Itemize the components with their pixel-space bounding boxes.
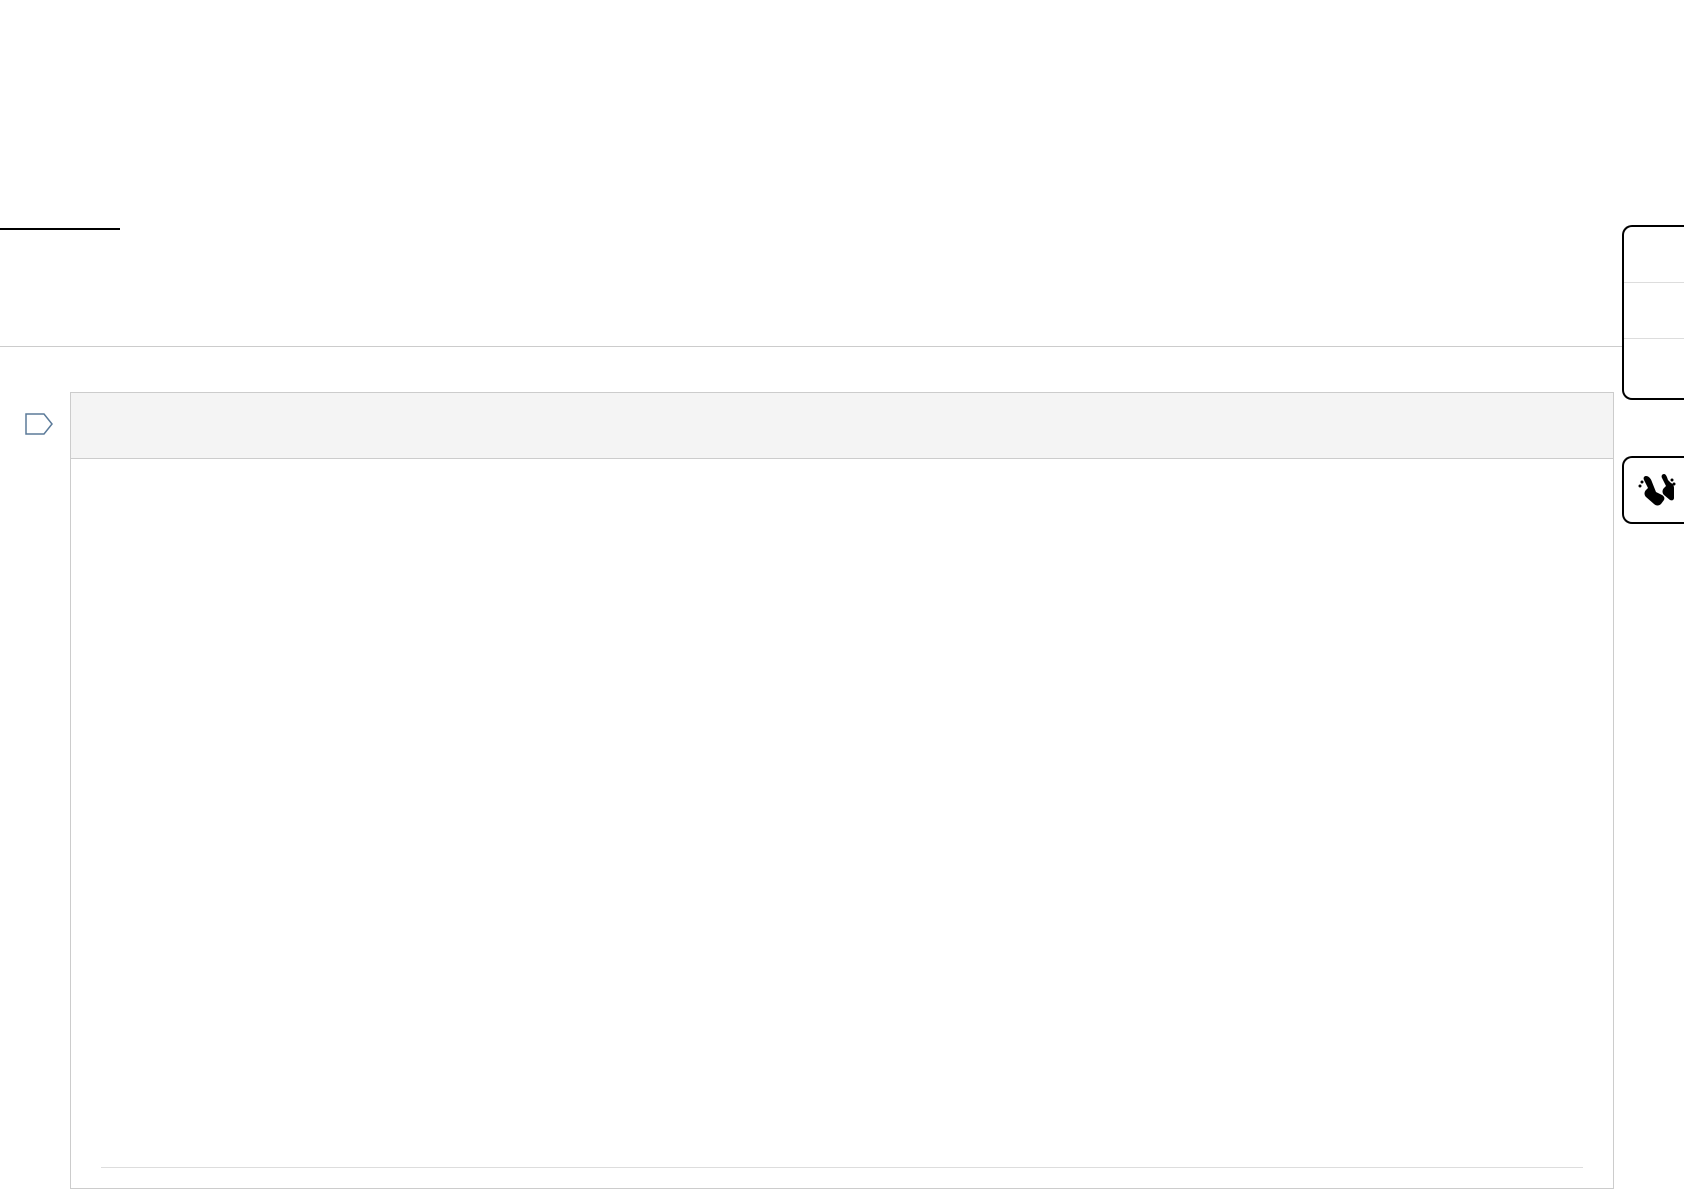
tab-underline-segment-1 [0, 228, 120, 230]
side-panel-row-3[interactable] [1624, 339, 1684, 395]
side-panel-row-2[interactable] [1624, 283, 1684, 339]
panel-header [71, 393, 1613, 459]
section-divider [0, 346, 1684, 347]
content-panel [70, 392, 1614, 1189]
sign-language-icon [1634, 468, 1678, 512]
accessibility-side-panel[interactable] [1622, 225, 1684, 400]
tag-icon [24, 412, 54, 436]
inner-divider [101, 1167, 1583, 1168]
sign-language-button[interactable] [1622, 456, 1684, 524]
panel-body [71, 459, 1613, 1188]
side-panel-row-1[interactable] [1624, 227, 1684, 283]
